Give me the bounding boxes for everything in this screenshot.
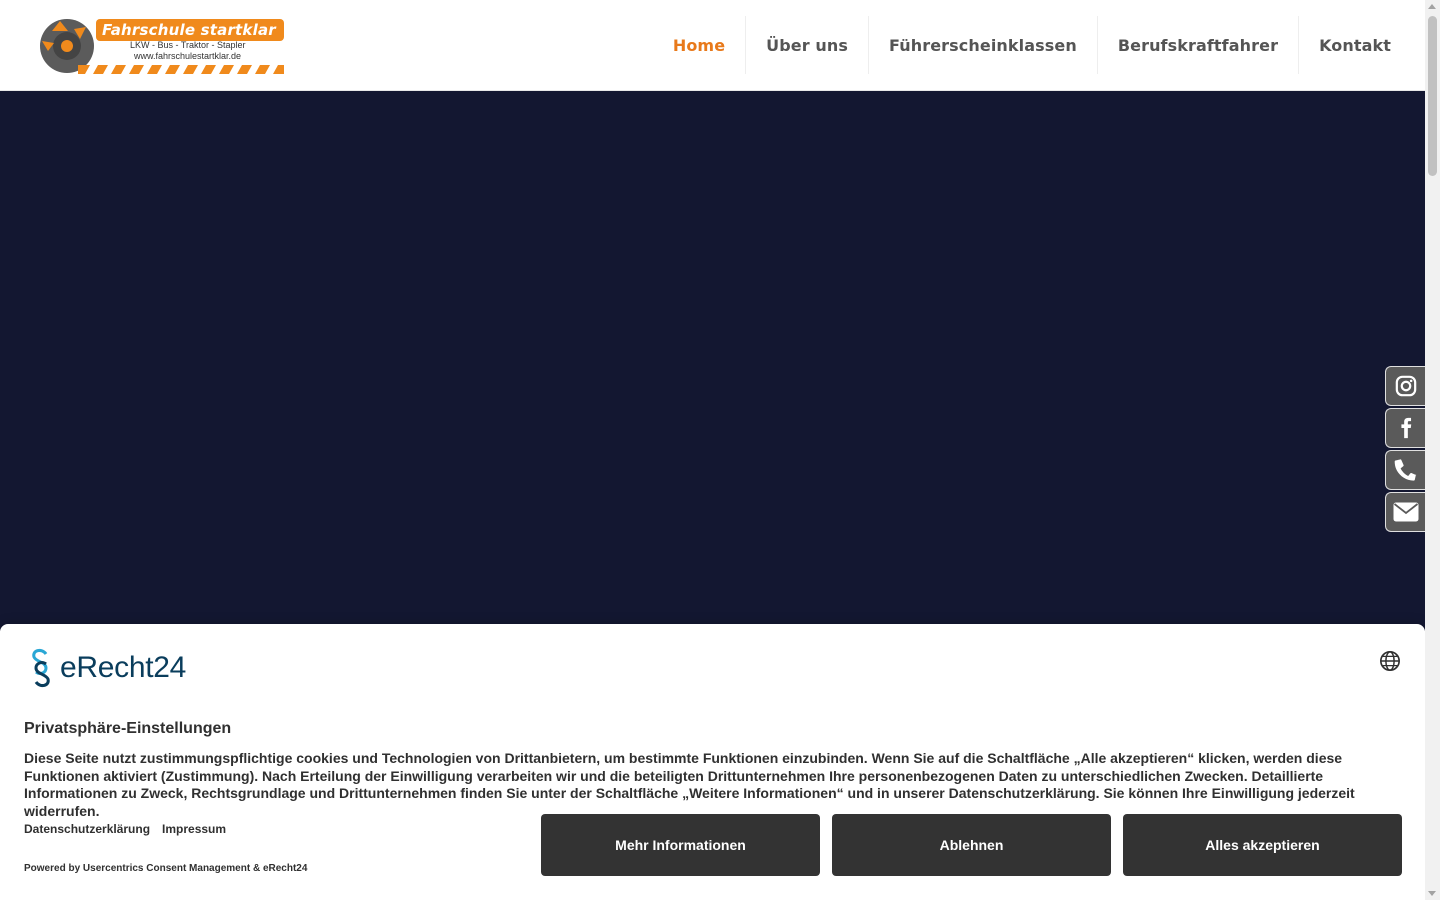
instagram-button[interactable] (1385, 366, 1425, 406)
consent-banner: eRecht24 Privatsphäre-Einstellungen Dies… (0, 624, 1425, 900)
nav-item-fuehrerscheinklassen[interactable]: Führerscheinklassen (868, 16, 1097, 74)
instagram-icon (1395, 375, 1416, 397)
scroll-up-arrow-icon[interactable] (1428, 4, 1436, 9)
consent-buttons: Mehr Informationen Ablehnen Alles akzept… (541, 814, 1402, 876)
consent-links: Datenschutzerklärung Impressum (24, 822, 226, 836)
consent-title: Privatsphäre-Einstellungen (24, 720, 232, 737)
globe-icon (1380, 651, 1400, 671)
consent-text: Diese Seite nutzt zustimmungspflichtige … (24, 750, 1355, 819)
nav-item-berufskraftfahrer[interactable]: Berufskraftfahrer (1096, 16, 1298, 74)
logo-title: Fahrschule startklar (102, 21, 276, 39)
phone-icon (1394, 459, 1416, 481)
logo-url: www.fahrschulestartklar.de (134, 51, 242, 61)
social-sidebar (1385, 366, 1425, 534)
erecht24-logo-text: eRecht24 (60, 651, 187, 684)
main-nav: Home Über uns Führerscheinklassen Berufs… (653, 16, 1411, 74)
powered-by-text: Powered by Usercentrics Consent Manageme… (24, 863, 308, 874)
nav-item-home[interactable]: Home (653, 16, 745, 74)
page-scrollbar[interactable] (1425, 0, 1440, 900)
deny-button[interactable]: Ablehnen (832, 814, 1111, 876)
facebook-button[interactable] (1385, 408, 1425, 448)
nav-item-kontakt[interactable]: Kontakt (1298, 16, 1411, 74)
site-logo[interactable]: Fahrschule startklar LKW - Bus - Traktor… (38, 15, 288, 77)
erecht24-logo: eRecht24 (24, 648, 186, 688)
facebook-icon (1400, 417, 1411, 439)
language-button[interactable] (1379, 650, 1401, 677)
accept-all-button[interactable]: Alles akzeptieren (1123, 814, 1402, 876)
logo-tagline: LKW - Bus - Traktor - Stapler (130, 40, 246, 50)
phone-button[interactable] (1385, 450, 1425, 490)
hero-section (0, 91, 1425, 631)
paragraph-logo-icon (32, 648, 50, 688)
scroll-thumb[interactable] (1428, 16, 1437, 176)
privacy-policy-link[interactable]: Datenschutzerklärung (24, 822, 150, 836)
scroll-down-arrow-icon[interactable] (1428, 891, 1436, 896)
nav-item-ueber-uns[interactable]: Über uns (745, 16, 868, 74)
site-header: Fahrschule startklar LKW - Bus - Traktor… (0, 0, 1425, 91)
more-info-button[interactable]: Mehr Informationen (541, 814, 820, 876)
envelope-icon (1393, 502, 1418, 522)
imprint-link[interactable]: Impressum (162, 822, 226, 836)
email-button[interactable] (1385, 492, 1425, 532)
